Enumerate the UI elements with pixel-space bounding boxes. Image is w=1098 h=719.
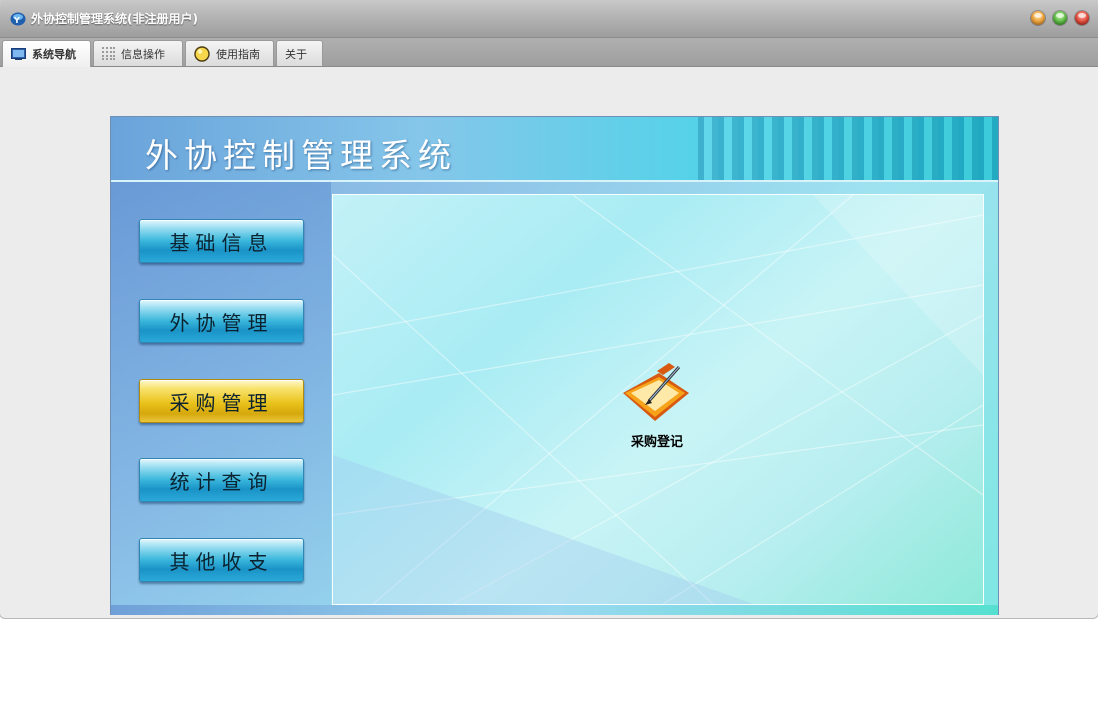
tab-label: 系统导航 [32,48,76,61]
nav-button-label: 其他收支 [169,549,274,574]
tab-user-guide[interactable]: 使用指南 [185,40,274,66]
header-decoration [698,117,998,180]
nav-button-other-income-expense[interactable]: 其他收支 [139,538,304,582]
app-logo-icon: Y [10,12,26,26]
function-label[interactable]: 采购登记 [612,431,702,450]
nav-button-outsourcing-management[interactable]: 外协管理 [139,299,304,343]
application-window: Y 外协控制管理系统(非注册用户) 系统导航 信息操作 使用指南 关于 外协控制… [0,0,1098,618]
tab-bar: 系统导航 信息操作 使用指南 关于 [0,38,1098,67]
nav-button-label: 外协管理 [169,310,274,335]
nav-button-label: 统计查询 [169,469,274,494]
title-bar[interactable]: Y 外协控制管理系统(非注册用户) [0,0,1098,38]
nav-button-label: 基础信息 [169,230,274,255]
content-area: 采购登记 [332,194,984,605]
page-title: 外协控制管理系统 [145,136,457,175]
window-title: 外协控制管理系统(非注册用户) [31,12,198,26]
main-panel: 外协控制管理系统 基础信息 外协管理 采购管理 统计查询 其他收支 采购登记 [110,116,999,615]
nav-button-basic-info[interactable]: 基础信息 [139,219,304,263]
panel-header: 外协控制管理系统 [111,117,998,182]
tab-label: 关于 [285,47,307,61]
svg-text:Y: Y [13,16,20,25]
nav-button-statistics-query[interactable]: 统计查询 [139,458,304,502]
tab-label: 使用指南 [216,47,260,61]
close-icon[interactable] [1075,11,1089,25]
nav-button-label: 采购管理 [169,390,274,415]
tab-label: 信息操作 [121,47,165,61]
circle-icon [194,45,210,62]
panel-bottom-strip [111,605,998,615]
tab-info-operation[interactable]: 信息操作 [93,40,183,66]
grid-icon [102,47,115,60]
tab-about[interactable]: 关于 [276,40,323,66]
maximize-icon[interactable] [1053,11,1067,25]
monitor-icon [11,48,26,60]
nav-button-purchase-management[interactable]: 采购管理 [139,379,304,423]
tab-system-navigation[interactable]: 系统导航 [2,40,91,67]
minimize-icon[interactable] [1031,11,1045,25]
folder-pen-icon[interactable] [619,363,691,425]
